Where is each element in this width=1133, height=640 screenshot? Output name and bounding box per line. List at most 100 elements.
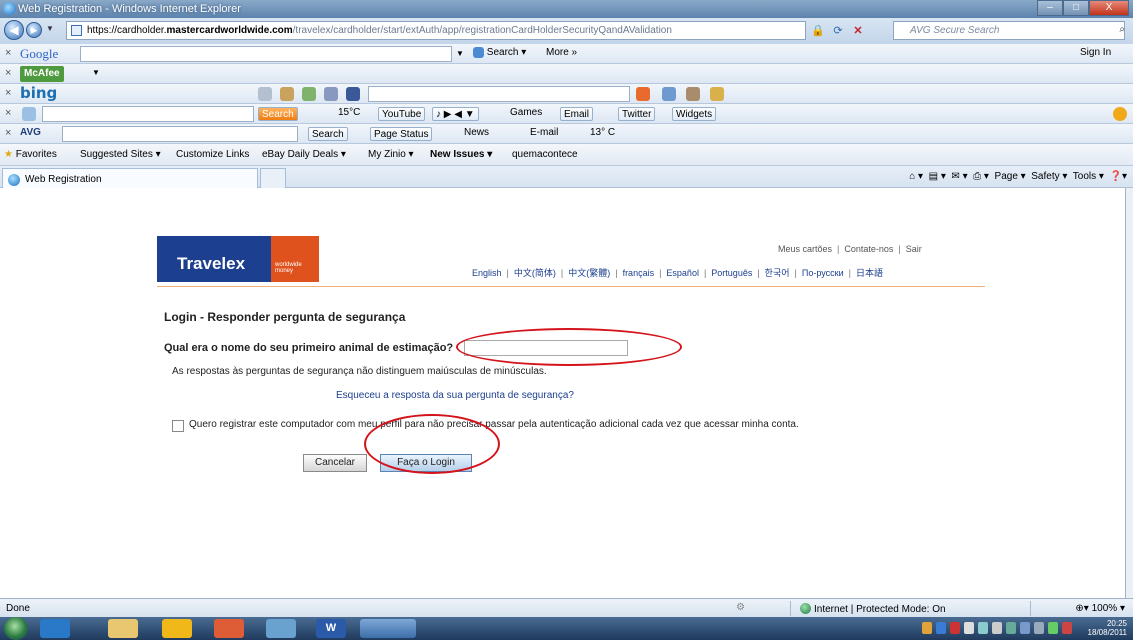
safety-menu[interactable]: Safety ▾	[1031, 171, 1067, 182]
mail-icon[interactable]	[324, 87, 338, 101]
media-center-icon[interactable]	[40, 619, 70, 638]
weather-temp[interactable]: 15°C	[338, 107, 360, 118]
radio-control[interactable]: ♪ ▶ ◀ ▼	[432, 107, 479, 121]
bag-icon[interactable]	[280, 87, 294, 101]
read-mail-icon[interactable]: ✉ ▾	[951, 171, 967, 182]
favorite-item[interactable]: New Issues ▾	[430, 149, 492, 160]
favorite-item[interactable]: eBay Daily Deals ▾	[262, 149, 346, 160]
favorites-button[interactable]: ★ Favorites	[4, 149, 57, 160]
weather-icon[interactable]	[302, 87, 316, 101]
google-signin-button[interactable]: Sign In	[1080, 47, 1111, 58]
remember-computer-checkbox[interactable]	[172, 420, 184, 432]
search-icon[interactable]: ⌕	[1119, 24, 1125, 35]
travelex-logo[interactable]: Travelex worldwide money	[157, 236, 319, 282]
lang-link[interactable]: 中文(简体)	[514, 268, 556, 278]
home-icon[interactable]: ⌂ ▾	[909, 171, 923, 182]
pencil-icon[interactable]	[258, 87, 272, 101]
tab-web-registration[interactable]: Web Registration	[2, 168, 258, 190]
games-button[interactable]: Games	[510, 107, 542, 118]
mcafee-logo[interactable]: McAfee	[20, 66, 64, 82]
favorite-item[interactable]: My Zinio ▾	[368, 149, 414, 160]
close-toolbar-icon[interactable]: ×	[5, 67, 11, 79]
tray-icon[interactable]	[1006, 622, 1016, 634]
avg-search-button[interactable]: Search	[308, 127, 348, 141]
tray-icon[interactable]	[936, 622, 946, 634]
favorite-item[interactable]: quemacontece	[512, 149, 578, 160]
logout-link[interactable]: Sair	[906, 244, 922, 254]
twitter-button[interactable]: Twitter	[618, 107, 656, 121]
internet-explorer-taskbar-button[interactable]	[360, 619, 416, 638]
like-icon[interactable]	[662, 87, 676, 101]
lang-link[interactable]: English	[472, 268, 502, 278]
close-toolbar-icon[interactable]: ×	[5, 107, 11, 119]
lang-link[interactable]: По-русски	[802, 268, 844, 278]
help-icon[interactable]: ❓▾	[1110, 171, 1127, 182]
tray-icon[interactable]	[1034, 622, 1044, 634]
forgot-answer-link[interactable]: Esqueceu a resposta da sua pergunta de s…	[336, 390, 574, 401]
maximize-button[interactable]: □	[1063, 0, 1089, 16]
google-more-button[interactable]: More »	[546, 47, 577, 58]
new-tab-button[interactable]	[260, 168, 286, 190]
lang-link[interactable]: Português	[711, 268, 752, 278]
zoom-level[interactable]: ⊕▾ 100% ▾	[1075, 603, 1125, 614]
lang-link[interactable]: 中文(繁體)	[568, 268, 610, 278]
back-button[interactable]: ◀	[4, 20, 24, 40]
start-button[interactable]	[4, 617, 28, 640]
stop-icon[interactable]: ✕	[850, 23, 866, 39]
word-icon[interactable]: W	[316, 619, 346, 638]
popup-blocker-icon[interactable]: ⚙	[736, 602, 745, 613]
lang-link[interactable]: 한국어	[765, 268, 790, 278]
tray-icon[interactable]	[1062, 622, 1072, 634]
lang-link[interactable]: français	[623, 268, 655, 278]
bing-search-icon[interactable]	[636, 87, 650, 101]
recent-pages-dropdown-icon[interactable]: ▼	[46, 24, 54, 33]
youtube-button[interactable]: YouTube	[378, 107, 426, 121]
search-input[interactable]: AVG Secure Search	[893, 21, 1125, 40]
network-icon[interactable]	[964, 622, 974, 634]
tray-icon[interactable]	[1048, 622, 1058, 634]
close-toolbar-icon[interactable]: ×	[5, 127, 11, 139]
close-toolbar-icon[interactable]: ×	[5, 47, 11, 59]
refresh-icon[interactable]: ⟳	[830, 23, 846, 39]
close-button[interactable]: X	[1089, 0, 1129, 16]
people-icon[interactable]	[686, 87, 700, 101]
chrome-icon[interactable]	[214, 619, 244, 638]
email-button[interactable]: Email	[560, 107, 594, 121]
volume-icon[interactable]	[992, 622, 1002, 634]
favorite-item[interactable]: Customize Links	[176, 149, 249, 160]
avg-email-button[interactable]: E-mail	[530, 127, 558, 138]
stars-icon[interactable]	[710, 87, 724, 101]
facebook-icon[interactable]	[346, 87, 360, 101]
print-icon[interactable]: ⎙ ▾	[973, 171, 989, 182]
cancel-button[interactable]: Cancelar	[303, 454, 367, 472]
mcafee-dropdown-icon[interactable]: ▼	[92, 68, 100, 77]
google-dropdown-icon[interactable]: ▼	[456, 49, 464, 58]
web-toolbar-search-field[interactable]	[42, 106, 254, 122]
google-search-button[interactable]: Search ▾	[473, 47, 526, 58]
tools-menu[interactable]: Tools ▾	[1073, 171, 1104, 182]
avg-weather-temp[interactable]: 13° C	[590, 127, 615, 138]
tray-icon[interactable]	[950, 622, 960, 634]
tray-icon[interactable]	[1020, 622, 1030, 634]
favorite-item[interactable]: Suggested Sites ▾	[80, 149, 161, 160]
google-search-field[interactable]	[80, 46, 452, 62]
forward-button[interactable]: ▶	[26, 22, 42, 38]
avg-search-field[interactable]	[62, 126, 298, 142]
lang-link[interactable]: 日本語	[856, 268, 883, 278]
web-search-button[interactable]: Search	[258, 107, 298, 121]
vertical-scrollbar[interactable]	[1126, 188, 1133, 598]
explorer-icon[interactable]	[108, 619, 138, 638]
lang-link[interactable]: Español	[666, 268, 699, 278]
page-menu[interactable]: Page ▾	[995, 171, 1026, 182]
addon-icon[interactable]	[1113, 107, 1127, 121]
widgets-button[interactable]: Widgets	[672, 107, 717, 121]
avg-logo[interactable]: AVG	[20, 127, 41, 138]
tray-icon[interactable]	[978, 622, 988, 634]
security-zone[interactable]: Internet | Protected Mode: On	[800, 603, 946, 615]
tray-icon[interactable]	[922, 622, 932, 634]
lock-icon[interactable]: 🔒	[810, 23, 826, 39]
minimize-button[interactable]: –	[1037, 0, 1063, 16]
feeds-icon[interactable]: ▤ ▾	[929, 171, 946, 182]
my-cards-link[interactable]: Meus cartões	[778, 244, 832, 254]
avg-news-button[interactable]: News	[464, 127, 489, 138]
